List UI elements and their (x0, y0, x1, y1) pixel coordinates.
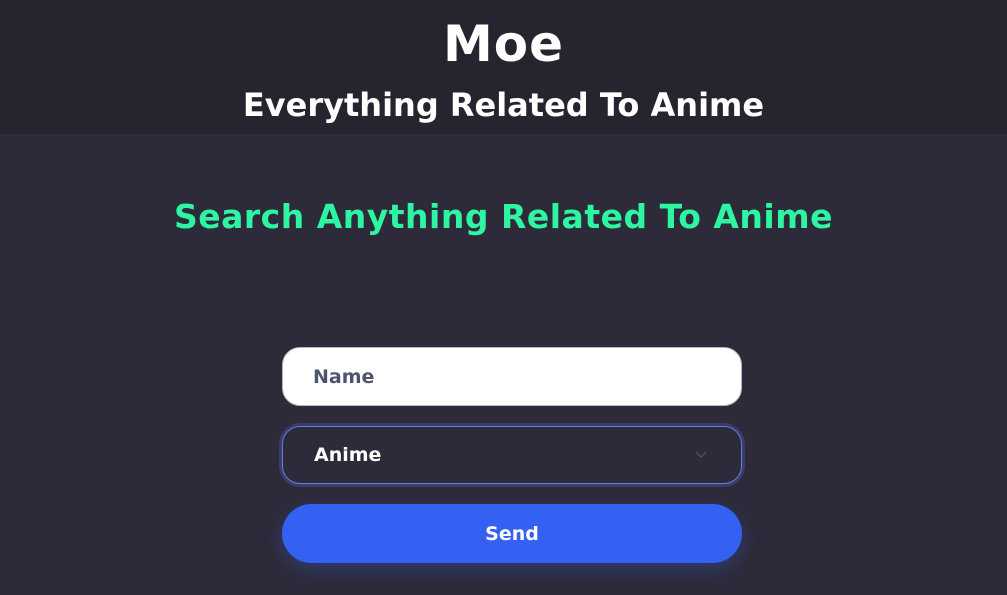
search-heading: Search Anything Related To Anime (173, 197, 833, 236)
chevron-down-icon (695, 451, 707, 458)
category-select[interactable]: Anime (282, 426, 742, 484)
name-input[interactable] (282, 347, 742, 406)
send-button[interactable]: Send (282, 504, 742, 563)
site-title: Moe (442, 15, 565, 73)
site-header: Moe Everything Related To Anime (0, 0, 1007, 134)
site-tagline: Everything Related To Anime (242, 86, 765, 124)
category-select-value: Anime (314, 444, 382, 466)
